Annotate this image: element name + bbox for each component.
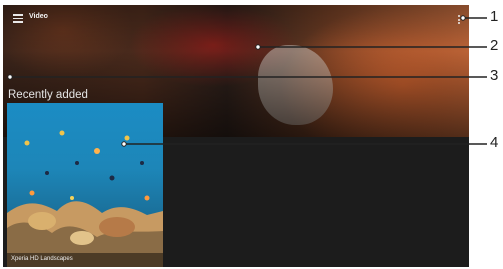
callout-lines (7, 15, 487, 147)
callout-1: 1 (490, 8, 499, 25)
callout-2: 2 (490, 37, 499, 54)
callout-3: 3 (490, 67, 499, 84)
callout-4: 4 (490, 134, 499, 151)
